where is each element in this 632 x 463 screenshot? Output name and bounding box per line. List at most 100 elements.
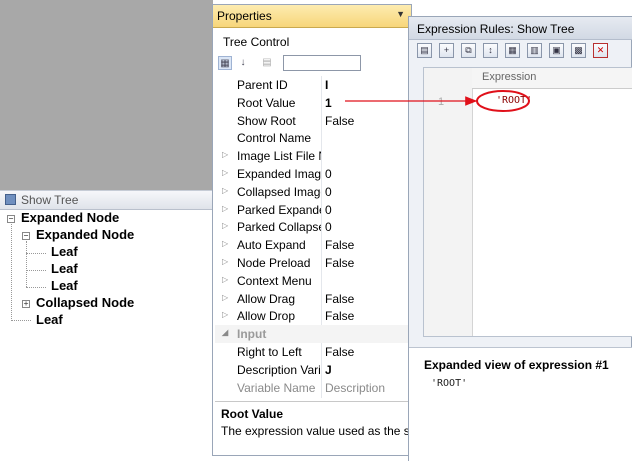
expand-property-icon[interactable]: ▷ bbox=[222, 186, 228, 195]
property-row[interactable]: ▷ Expanded Image 0 bbox=[215, 165, 409, 183]
expand-property-icon[interactable]: ▷ bbox=[222, 204, 228, 213]
property-row[interactable]: ▷ Collapsed Image 0 bbox=[215, 183, 409, 201]
property-grid: Parent ID I Root Value 1 Show Root False Contr… bbox=[215, 76, 409, 398]
property-value[interactable]: False bbox=[325, 114, 409, 128]
property-row[interactable]: ▷ Node Preload False bbox=[215, 254, 409, 272]
property-row[interactable]: ◢ Input bbox=[215, 325, 409, 344]
window-title: Show Tree bbox=[21, 193, 79, 207]
expand-property-icon[interactable]: ▷ bbox=[222, 221, 228, 230]
property-name: Allow Drag bbox=[237, 291, 296, 306]
expand-property-icon[interactable]: ▷ bbox=[222, 168, 228, 177]
property-value[interactable]: I bbox=[325, 78, 409, 92]
expanded-view-pane: Expanded view of expression #1 'ROOT' bbox=[409, 347, 632, 463]
collapse-toggle-icon[interactable]: − bbox=[22, 232, 30, 240]
property-value[interactable]: False bbox=[325, 238, 409, 252]
property-name: Expanded Image bbox=[237, 167, 321, 181]
tree-node[interactable]: Expanded Node bbox=[21, 210, 119, 225]
expand-property-icon[interactable]: ▷ bbox=[222, 310, 228, 319]
property-value[interactable]: False bbox=[325, 309, 409, 323]
property-row[interactable]: Description Vari J bbox=[215, 361, 409, 379]
property-row[interactable]: ▷ Parked Expanded 0 bbox=[215, 201, 409, 219]
property-name: Node Preload bbox=[237, 256, 311, 270]
expression-rules-titlebar[interactable]: Expression Rules: Show Tree bbox=[409, 17, 632, 40]
move-icon[interactable]: ↕ bbox=[483, 43, 498, 58]
property-name: Auto Expand bbox=[237, 238, 306, 253]
categorized-icon[interactable]: ▦ bbox=[218, 56, 232, 70]
expression-rules-window: Expression Rules: Show Tree ▤ + ⧉ ↕ ▦ ▥ … bbox=[408, 16, 632, 463]
property-name: Context Menu bbox=[237, 273, 312, 288]
expand-property-icon[interactable]: ▷ bbox=[222, 239, 228, 248]
expand-property-icon[interactable]: ▷ bbox=[222, 293, 228, 302]
expression-toolbar: ▤ + ⧉ ↕ ▦ ▥ ▣ ▩ ✕ bbox=[417, 42, 627, 62]
property-name: Input bbox=[237, 327, 267, 342]
app-icon bbox=[5, 194, 16, 205]
property-name: Collapsed Image bbox=[237, 184, 321, 199]
property-value[interactable]: 0 bbox=[325, 203, 409, 217]
table-icon[interactable]: ▥ bbox=[527, 43, 542, 58]
tree-node-leaf[interactable]: Leaf bbox=[51, 278, 78, 293]
property-name: Right to Left bbox=[237, 345, 302, 359]
show-tree-titlebar[interactable]: Show Tree bbox=[0, 191, 214, 210]
property-search-input[interactable] bbox=[283, 55, 361, 71]
property-name: Parked Collapsed bbox=[237, 220, 321, 235]
expand-property-icon[interactable]: ▷ bbox=[222, 257, 228, 266]
collapse-category-icon[interactable]: ◢ bbox=[222, 328, 228, 337]
tree-node-leaf[interactable]: Leaf bbox=[51, 244, 78, 259]
property-row[interactable]: ▷ Context Menu bbox=[215, 272, 409, 290]
property-value[interactable]: J bbox=[325, 363, 409, 377]
property-row[interactable]: ▷ Image List File N bbox=[215, 147, 409, 165]
properties-panel: Properties ▼ Tree Control ▦ ↓ ▤ Parent I… bbox=[212, 4, 424, 456]
property-value[interactable]: False bbox=[325, 345, 409, 359]
expand-property-icon[interactable]: ▷ bbox=[222, 275, 228, 284]
alphabetical-sort-icon[interactable]: ↓ bbox=[236, 56, 250, 70]
tree-line bbox=[11, 224, 12, 321]
property-row[interactable]: Parent ID I bbox=[215, 76, 409, 94]
expanded-view-text: 'ROOT' bbox=[431, 378, 468, 389]
property-name: Parked Expanded bbox=[237, 202, 321, 217]
properties-toolbar: ▦ ↓ ▤ bbox=[216, 55, 408, 72]
collapse-toggle-icon[interactable]: − bbox=[7, 215, 15, 223]
property-value[interactable]: False bbox=[325, 292, 409, 306]
expand-property-icon[interactable]: ▷ bbox=[222, 150, 228, 159]
property-row[interactable]: ▷ Auto Expand False bbox=[215, 236, 409, 254]
expand-toggle-icon[interactable]: + bbox=[22, 300, 30, 308]
expression-column-header[interactable]: Expression bbox=[472, 68, 632, 89]
grid-icon[interactable]: ▦ bbox=[505, 43, 520, 58]
property-value[interactable]: 1 bbox=[325, 96, 409, 110]
property-value[interactable]: 0 bbox=[325, 185, 409, 199]
print-icon[interactable]: ▩ bbox=[571, 43, 586, 58]
property-row[interactable]: Show Root False bbox=[215, 112, 409, 130]
property-row[interactable]: ▷ Allow Drop False bbox=[215, 307, 409, 325]
tree-line bbox=[26, 287, 46, 288]
add-icon[interactable]: + bbox=[439, 43, 454, 58]
tree-line bbox=[26, 270, 46, 271]
expression-text[interactable]: 'ROOT' bbox=[496, 95, 532, 106]
open-icon[interactable]: ▤ bbox=[417, 43, 432, 58]
property-value[interactable]: Description bbox=[325, 381, 409, 395]
copy-icon[interactable]: ⧉ bbox=[461, 43, 476, 58]
property-row[interactable]: ▷ Allow Drag False bbox=[215, 290, 409, 308]
save-icon[interactable]: ▣ bbox=[549, 43, 564, 58]
property-row[interactable]: Root Value 1 bbox=[215, 94, 409, 112]
expression-editor[interactable]: Expression 1 'ROOT' bbox=[423, 67, 632, 337]
property-row[interactable]: Right to Left False bbox=[215, 343, 409, 361]
tree-node[interactable]: Collapsed Node bbox=[36, 295, 134, 310]
tree-node-leaf[interactable]: Leaf bbox=[51, 261, 78, 276]
property-row[interactable]: ▷ Parked Collapsed 0 bbox=[215, 218, 409, 236]
property-name: Parent ID bbox=[237, 78, 288, 92]
dropdown-arrow-icon[interactable]: ▼ bbox=[396, 9, 405, 19]
property-name: Variable Name bbox=[237, 380, 316, 395]
properties-titlebar[interactable]: Properties ▼ bbox=[213, 5, 411, 28]
selected-object-label[interactable]: Tree Control bbox=[223, 35, 289, 49]
tree-node-leaf[interactable]: Leaf bbox=[36, 312, 63, 327]
tree-line bbox=[26, 241, 27, 287]
delete-icon[interactable]: ✕ bbox=[593, 43, 608, 58]
tree-node[interactable]: Expanded Node bbox=[36, 227, 134, 242]
property-value[interactable]: 0 bbox=[325, 220, 409, 234]
property-value[interactable]: False bbox=[325, 256, 409, 270]
property-row[interactable]: Control Name bbox=[215, 129, 409, 147]
desktop-background bbox=[0, 0, 213, 191]
property-row[interactable]: Variable Name Description bbox=[215, 379, 409, 397]
property-value[interactable]: 0 bbox=[325, 167, 409, 181]
property-pages-icon[interactable]: ▤ bbox=[260, 56, 274, 70]
